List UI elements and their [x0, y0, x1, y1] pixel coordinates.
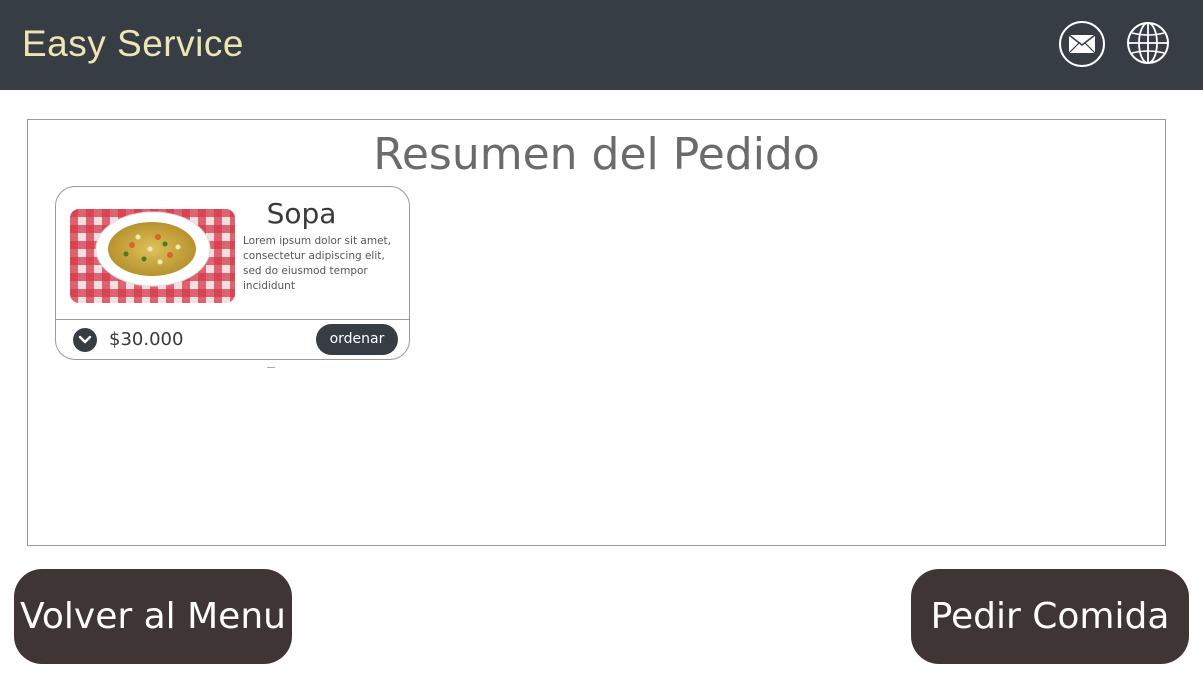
order-summary-panel: Resumen del Pedido Sopa Lorem ipsum dolo…: [27, 119, 1166, 546]
mail-icon[interactable]: [1059, 21, 1105, 67]
item-description: Lorem ipsum dolor sit amet, consectetur …: [243, 235, 391, 292]
item-price: $30.000: [109, 329, 184, 350]
app-header: Easy Service: [0, 0, 1203, 90]
back-to-menu-button[interactable]: Volver al Menu: [14, 569, 292, 664]
order-item-button[interactable]: ordenar: [316, 324, 398, 355]
place-order-button[interactable]: Pedir Comida: [911, 569, 1189, 664]
order-item-card: Sopa Lorem ipsum dolor sit amet, consect…: [55, 186, 410, 360]
panel-title: Resumen del Pedido: [373, 129, 820, 180]
soup-bowl-image: [70, 209, 235, 303]
chevron-down-icon[interactable]: [73, 328, 97, 352]
brand-title: Easy Service: [22, 23, 244, 64]
scroll-indicator: [267, 367, 275, 368]
item-name: Sopa: [266, 197, 337, 230]
globe-icon[interactable]: [1126, 21, 1170, 65]
card-divider: [56, 319, 409, 320]
